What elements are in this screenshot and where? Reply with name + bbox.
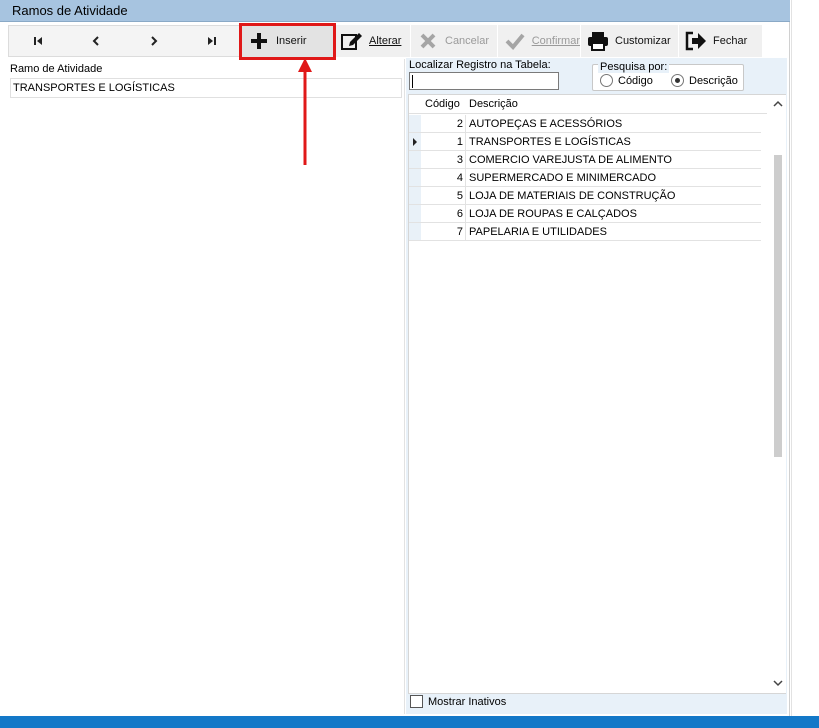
last-icon	[208, 37, 216, 45]
search-panel: Localizar Registro na Tabela: Pesquisa p…	[406, 58, 787, 714]
confirmar-button[interactable]: Confirmar	[498, 25, 580, 57]
cell-codigo: 2	[423, 115, 466, 132]
alterar-button[interactable]: Alterar	[335, 25, 410, 57]
first-record-button[interactable]	[9, 26, 67, 56]
radio-codigo-dot	[600, 74, 613, 87]
cell-descricao: AUTOPEÇAS E ACESSÓRIOS	[469, 118, 623, 130]
search-by-title: Pesquisa por:	[598, 61, 670, 73]
search-by-group: Pesquisa por: Código Descrição	[592, 61, 744, 91]
table-row[interactable]: 3 COMERCIO VAREJUSTA DE ALIMENTO	[409, 151, 761, 169]
customizar-button[interactable]: Customizar	[581, 25, 678, 57]
radio-descricao[interactable]: Descrição	[671, 74, 738, 87]
mostrar-inativos-checkbox[interactable]: Mostrar Inativos	[410, 695, 506, 708]
cell-codigo: 5	[423, 187, 466, 204]
current-row-icon	[413, 138, 417, 146]
checkbox-box	[410, 695, 423, 708]
next-icon	[151, 36, 158, 46]
cancelar-button[interactable]: Cancelar	[411, 25, 497, 57]
plus-icon	[248, 30, 270, 52]
cell-descricao: PAPELARIA E UTILIDADES	[469, 226, 607, 238]
confirmar-label: Confirmar	[531, 35, 580, 47]
cell-codigo: 3	[423, 151, 466, 168]
record-navigator	[8, 25, 240, 57]
exit-icon	[685, 30, 707, 52]
alterar-label: Alterar	[369, 35, 402, 47]
radio-codigo[interactable]: Código	[600, 74, 653, 87]
column-header-descricao[interactable]: Descrição	[469, 98, 518, 110]
cancelar-label: Cancelar	[445, 35, 490, 47]
column-header-codigo[interactable]: Código	[425, 98, 460, 110]
inserir-button[interactable]: Inserir	[242, 25, 334, 57]
background-strip	[791, 0, 819, 716]
table-row[interactable]: 6 LOJA DE ROUPAS E CALÇADOS	[409, 205, 761, 223]
printer-icon	[587, 30, 609, 52]
edit-icon	[341, 30, 363, 52]
scroll-thumb[interactable]	[774, 155, 782, 457]
table-row[interactable]: 4 SUPERMERCADO E MINIMERCADO	[409, 169, 761, 187]
text-caret	[412, 75, 413, 88]
row-indicator[interactable]	[409, 115, 421, 132]
cell-descricao: LOJA DE ROUPAS E CALÇADOS	[469, 208, 637, 220]
taskbar	[0, 716, 819, 728]
toolbar: Inserir Alterar Cancelar Confirmar Custo	[8, 25, 762, 57]
cancel-icon	[417, 30, 439, 52]
row-indicator[interactable]	[409, 133, 421, 150]
table-row[interactable]: 7 PAPELARIA E UTILIDADES	[409, 223, 761, 241]
last-record-button[interactable]	[183, 26, 241, 56]
table-row[interactable]: 5 LOJA DE MATERIAIS DE CONSTRUÇÃO	[409, 187, 761, 205]
search-label: Localizar Registro na Tabela:	[409, 59, 551, 71]
checkmark-icon	[504, 30, 526, 52]
grid-header: Código Descrição	[409, 95, 767, 114]
window-title: Ramos de Atividade	[12, 3, 128, 18]
cell-codigo: 4	[423, 169, 466, 186]
row-indicator[interactable]	[409, 187, 421, 204]
fechar-label: Fechar	[713, 35, 748, 47]
row-indicator[interactable]	[409, 169, 421, 186]
radio-codigo-label: Código	[618, 74, 653, 87]
prev-icon	[92, 36, 99, 46]
fechar-button[interactable]: Fechar	[679, 25, 762, 57]
row-indicator[interactable]	[409, 151, 421, 168]
records-grid: Código Descrição 2 AUTOPEÇAS E ACESSÓRIOS…	[408, 94, 786, 694]
cell-codigo: 7	[423, 223, 466, 240]
scroll-up-button[interactable]	[769, 95, 786, 112]
cell-descricao: LOJA DE MATERIAIS DE CONSTRUÇÃO	[469, 190, 676, 202]
scroll-down-button[interactable]	[769, 675, 786, 692]
next-record-button[interactable]	[125, 26, 183, 56]
radio-descricao-label: Descrição	[689, 74, 738, 87]
main-window: Ramos de Atividade Inserir Alterar Cance…	[0, 0, 790, 716]
ramo-field[interactable]: TRANSPORTES E LOGÍSTICAS	[10, 78, 402, 98]
chevron-down-icon	[772, 680, 783, 687]
cell-descricao: SUPERMERCADO E MINIMERCADO	[469, 172, 657, 184]
search-input[interactable]	[409, 72, 559, 90]
mostrar-inativos-label: Mostrar Inativos	[428, 695, 507, 708]
cell-codigo: 6	[423, 205, 466, 222]
cell-codigo: 1	[423, 133, 466, 150]
radio-descricao-dot	[671, 74, 684, 87]
first-icon	[34, 37, 42, 45]
inserir-label: Inserir	[276, 35, 307, 47]
table-row[interactable]: 1 TRANSPORTES E LOGÍSTICAS	[409, 133, 761, 151]
chevron-up-icon	[772, 100, 783, 107]
prev-record-button[interactable]	[67, 26, 125, 56]
vertical-scrollbar[interactable]	[769, 95, 786, 693]
ramo-label: Ramo de Atividade	[10, 63, 103, 75]
row-indicator[interactable]	[409, 205, 421, 222]
cell-descricao: TRANSPORTES E LOGÍSTICAS	[469, 136, 631, 148]
cell-descricao: COMERCIO VAREJUSTA DE ALIMENTO	[469, 154, 672, 166]
customizar-label: Customizar	[615, 35, 671, 47]
form-panel: Ramo de Atividade TRANSPORTES E LOGÍSTIC…	[7, 59, 405, 714]
table-row[interactable]: 2 AUTOPEÇAS E ACESSÓRIOS	[409, 115, 761, 133]
row-indicator[interactable]	[409, 223, 421, 240]
title-bar: Ramos de Atividade	[0, 0, 790, 22]
